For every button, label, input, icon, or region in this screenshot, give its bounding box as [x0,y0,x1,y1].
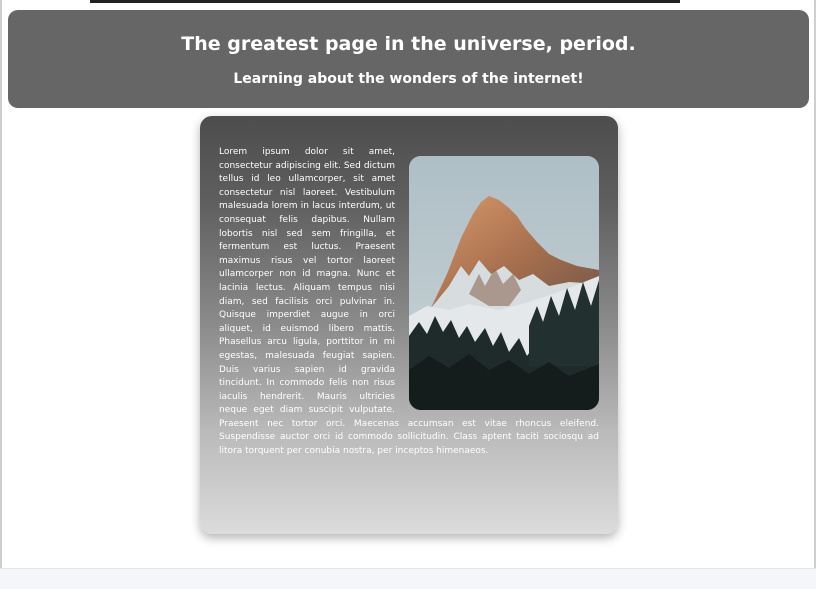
top-edge-bar [90,0,680,3]
page-frame: The greatest page in the universe, perio… [0,0,816,589]
mountain-photo [409,156,599,410]
content-card: Lorem ipsum dolor sit amet, consectetur … [200,116,618,534]
page-header: The greatest page in the universe, perio… [8,10,809,108]
page-title: The greatest page in the universe, perio… [181,33,636,55]
mountain-image [409,156,599,410]
bottom-status-strip [0,568,816,589]
left-window-border [0,0,2,568]
card-body: Lorem ipsum dolor sit amet, consectetur … [219,146,599,459]
page-subtitle: Learning about the wonders of the intern… [233,71,584,87]
